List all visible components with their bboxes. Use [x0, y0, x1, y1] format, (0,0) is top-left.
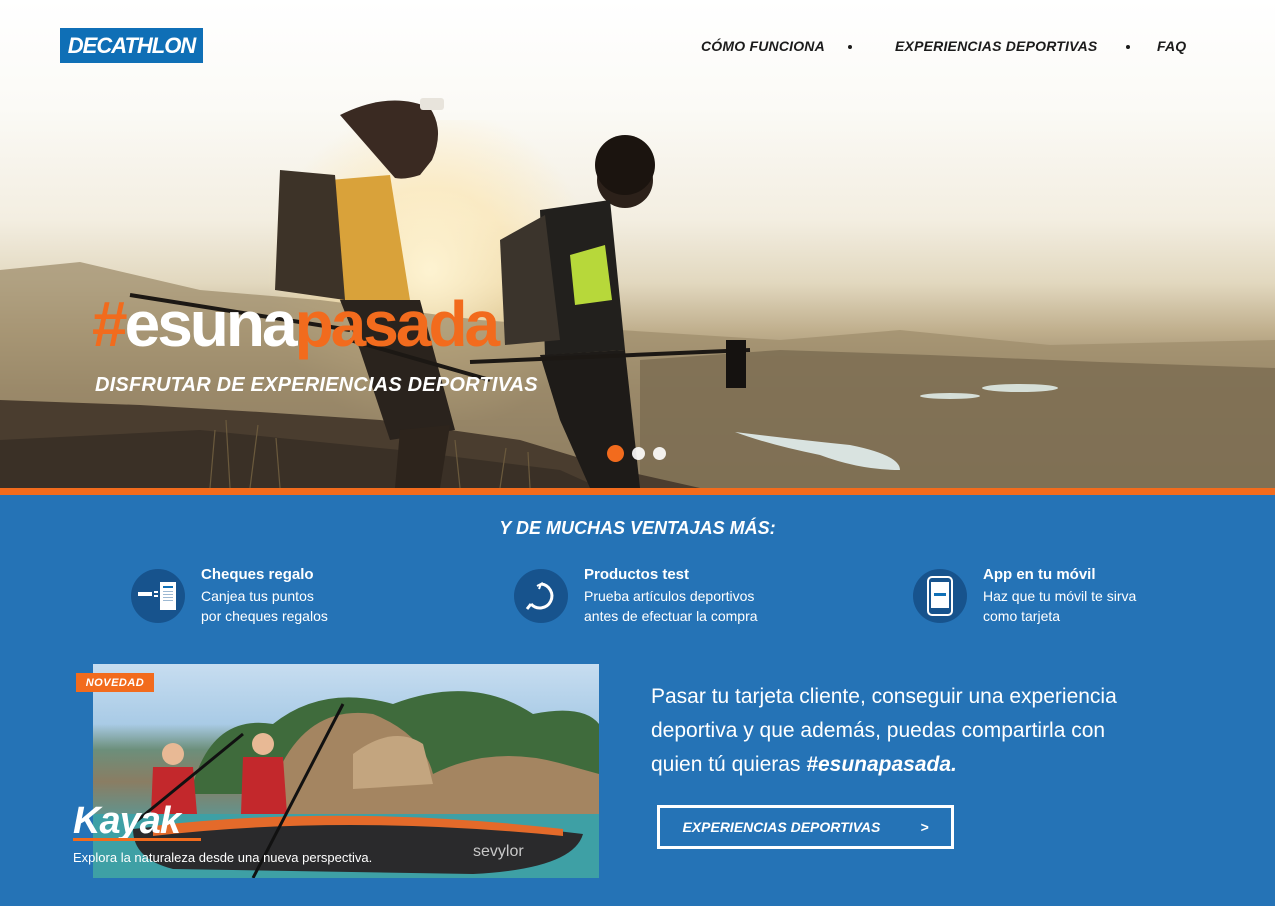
- benefit-title: Productos test: [584, 566, 690, 583]
- kayak-title: Kayak: [73, 800, 181, 842]
- benefit-title: Cheques regalo: [201, 566, 314, 583]
- benefit-desc-line1: Canjea tus puntos: [201, 588, 314, 604]
- benefit-desc-line1: Haz que tu móvil te sirva: [983, 588, 1137, 604]
- hero-hashtag: #esunapasada: [92, 292, 500, 356]
- benefit-productos-test: Productos test Prueba artículos deportiv…: [514, 566, 784, 626]
- main-nav: CÓMO FUNCIONA EXPERIENCIAS DEPORTIVAS FA…: [0, 38, 1275, 58]
- benefit-desc-line2: como tarjeta: [983, 608, 1061, 624]
- benefit-cheques-regalo: Cheques regalo Canjea tus puntos por che…: [131, 566, 401, 626]
- hero-illustration: [0, 98, 1275, 488]
- carousel-dot-2[interactable]: [632, 447, 645, 460]
- chevron-right-icon: >: [920, 819, 929, 835]
- benefits-title: Y DE MUCHAS VENTAJAS MÁS:: [499, 518, 776, 538]
- carousel-dots: [607, 445, 666, 462]
- nav-separator-dot: [848, 45, 852, 49]
- hero-banner: DECATHLON CÓMO FUNCIONA EXPERIENCIAS DEP…: [0, 0, 1275, 488]
- kayak-scene: sevylor: [93, 691, 599, 878]
- kayak-title-underline: [73, 838, 201, 841]
- nav-experiencias-deportivas[interactable]: EXPERIENCIAS DEPORTIVAS: [895, 38, 1097, 54]
- orange-divider: [0, 488, 1275, 495]
- benefit-desc-line1: Prueba artículos deportivos: [584, 588, 755, 604]
- nav-como-funciona[interactable]: CÓMO FUNCIONA: [701, 38, 825, 54]
- benefit-app-movil: App en tu móvil Haz que tu móvil te sirv…: [913, 566, 1183, 626]
- nav-faq[interactable]: FAQ: [1157, 38, 1186, 54]
- novedad-badge: NOVEDAD: [76, 673, 154, 692]
- carousel-dot-3[interactable]: [653, 447, 666, 460]
- kayak-subtitle: Explora la naturaleza desde una nueva pe…: [73, 850, 373, 865]
- mobile-app-icon: [913, 569, 967, 623]
- kayak-brand-text: sevylor: [473, 843, 524, 860]
- hashtag-symbol: #: [92, 288, 128, 360]
- benefit-title: App en tu móvil: [983, 566, 1096, 583]
- test-product-icon: [514, 569, 568, 623]
- benefit-desc-line2: antes de efectuar la compra: [584, 608, 758, 624]
- hashtag-word-pasada: pasada: [294, 288, 501, 360]
- promo-hashtag: #esunapasada.: [806, 753, 957, 776]
- nav-separator-dot: [1126, 45, 1130, 49]
- hero-subtitle: DISFRUTAR DE EXPERIENCIAS DEPORTIVAS: [95, 374, 538, 396]
- promo-text: Pasar tu tarjeta cliente, conseguir una …: [651, 680, 1151, 782]
- carousel-dot-1[interactable]: [607, 445, 624, 462]
- gift-check-icon: [131, 569, 185, 623]
- benefit-desc-line2: por cheques regalos: [201, 608, 328, 624]
- kayak-promo-image[interactable]: sevylor: [93, 664, 599, 878]
- hashtag-word-esuna: esuna: [124, 288, 298, 360]
- cta-label: EXPERIENCIAS DEPORTIVAS: [682, 819, 881, 835]
- experiencias-deportivas-button[interactable]: EXPERIENCIAS DEPORTIVAS >: [657, 805, 954, 849]
